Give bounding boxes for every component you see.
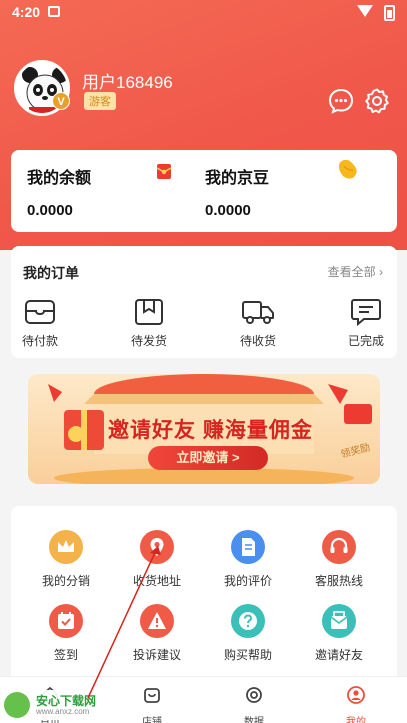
sim-card-icon bbox=[48, 6, 60, 17]
box-icon bbox=[135, 299, 163, 325]
orders-card: 我的订单 查看全部 › 待付款 待发货 待收货 已完成 bbox=[11, 246, 397, 358]
wifi-icon bbox=[357, 5, 373, 17]
tab-mine[interactable]: 我的 bbox=[326, 685, 386, 723]
order-status-label: 待发货 bbox=[130, 334, 167, 348]
watermark-logo-icon bbox=[4, 692, 30, 718]
view-all-orders-link[interactable]: 查看全部 › bbox=[328, 263, 383, 280]
service-customer-hotline[interactable]: 客服热线 bbox=[299, 530, 379, 589]
service-label: 我的评价 bbox=[223, 574, 272, 588]
red-envelope-icon bbox=[156, 164, 172, 179]
order-pending-shipment[interactable]: 待发货 bbox=[114, 298, 184, 349]
watermark-url: www.anxz.com bbox=[36, 707, 90, 716]
bean-icon bbox=[339, 159, 357, 179]
service-shipping-address[interactable]: 收货地址 bbox=[117, 530, 197, 589]
invite-now-button[interactable]: 立即邀请 > bbox=[148, 446, 268, 470]
tab-store[interactable]: 店铺 bbox=[122, 685, 182, 723]
order-status-label: 待收货 bbox=[239, 334, 276, 348]
service-label: 收货地址 bbox=[132, 574, 181, 588]
service-label: 客服热线 bbox=[314, 574, 363, 588]
service-my-reviews[interactable]: 我的评价 bbox=[208, 530, 288, 589]
chevron-right-icon: › bbox=[379, 265, 383, 279]
beans-item[interactable]: 我的京豆 0.0000 bbox=[205, 164, 269, 219]
order-status-label: 待付款 bbox=[21, 334, 58, 348]
tab-label: 我的 bbox=[346, 717, 366, 723]
service-complaints[interactable]: 投诉建议 bbox=[117, 604, 197, 663]
order-pending-receipt[interactable]: 待收货 bbox=[223, 298, 293, 349]
data-icon bbox=[246, 687, 262, 703]
service-label: 邀请好友 bbox=[314, 648, 363, 662]
orders-title: 我的订单 bbox=[23, 265, 79, 281]
wallet-icon bbox=[25, 300, 55, 324]
tab-label: 店铺 bbox=[142, 717, 162, 723]
balance-card: 我的余额 0.0000 我的京豆 0.0000 bbox=[11, 150, 397, 232]
calendar-check-icon bbox=[49, 604, 83, 638]
chat-bubble-icon[interactable] bbox=[328, 88, 354, 114]
order-status-label: 已完成 bbox=[347, 334, 384, 348]
invite-icon bbox=[322, 604, 356, 638]
service-check-in[interactable]: 签到 bbox=[26, 604, 106, 663]
service-label: 我的分销 bbox=[41, 574, 90, 588]
balance-value: 0.0000 bbox=[27, 202, 73, 219]
banner-title: 邀请好友 赚海量佣金 bbox=[108, 419, 313, 442]
service-label: 投诉建议 bbox=[132, 648, 181, 662]
status-time: 4:20 bbox=[12, 4, 41, 20]
service-invite-friends[interactable]: 邀请好友 bbox=[299, 604, 379, 663]
gear-icon[interactable] bbox=[364, 88, 390, 114]
view-all-label: 查看全部 bbox=[327, 265, 376, 279]
service-label: 签到 bbox=[53, 648, 78, 662]
order-completed[interactable]: 已完成 bbox=[331, 298, 401, 349]
balance-item[interactable]: 我的余额 0.0000 bbox=[27, 164, 91, 219]
tab-label: 数据 bbox=[244, 717, 264, 723]
download-site-watermark: 安心下载网 www.anxz.com bbox=[2, 690, 110, 720]
username: 用户168496 bbox=[82, 73, 173, 92]
order-pending-payment[interactable]: 待付款 bbox=[5, 298, 75, 349]
service-label: 购买帮助 bbox=[223, 648, 272, 662]
truck-icon bbox=[242, 301, 274, 324]
question-icon bbox=[231, 604, 265, 638]
warning-icon bbox=[140, 604, 174, 638]
vip-level-badge: V bbox=[52, 92, 70, 110]
document-icon bbox=[231, 530, 265, 564]
message-check-icon bbox=[351, 299, 381, 326]
crown-icon bbox=[49, 530, 83, 564]
location-icon bbox=[140, 530, 174, 564]
invite-friends-banner[interactable]: 邀请好友 赚海量佣金 立即邀请 > 领奖励 bbox=[28, 374, 380, 484]
service-purchase-help[interactable]: 购买帮助 bbox=[208, 604, 288, 663]
store-icon bbox=[144, 688, 160, 703]
role-badge: 游客 bbox=[84, 92, 116, 110]
status-bar: 4:20 bbox=[0, 0, 407, 24]
user-icon bbox=[347, 686, 365, 704]
services-card: 我的分销 收货地址 我的评价 客服热线 签到 投诉建议 购买帮助 邀请好友 bbox=[11, 506, 397, 696]
service-my-distribution[interactable]: 我的分销 bbox=[26, 530, 106, 589]
battery-icon bbox=[384, 5, 395, 21]
headset-icon bbox=[322, 530, 356, 564]
beans-title: 我的京豆 bbox=[205, 170, 270, 187]
beans-value: 0.0000 bbox=[205, 202, 251, 219]
tab-data[interactable]: 数据 bbox=[224, 685, 284, 723]
balance-title: 我的余额 bbox=[27, 170, 92, 187]
